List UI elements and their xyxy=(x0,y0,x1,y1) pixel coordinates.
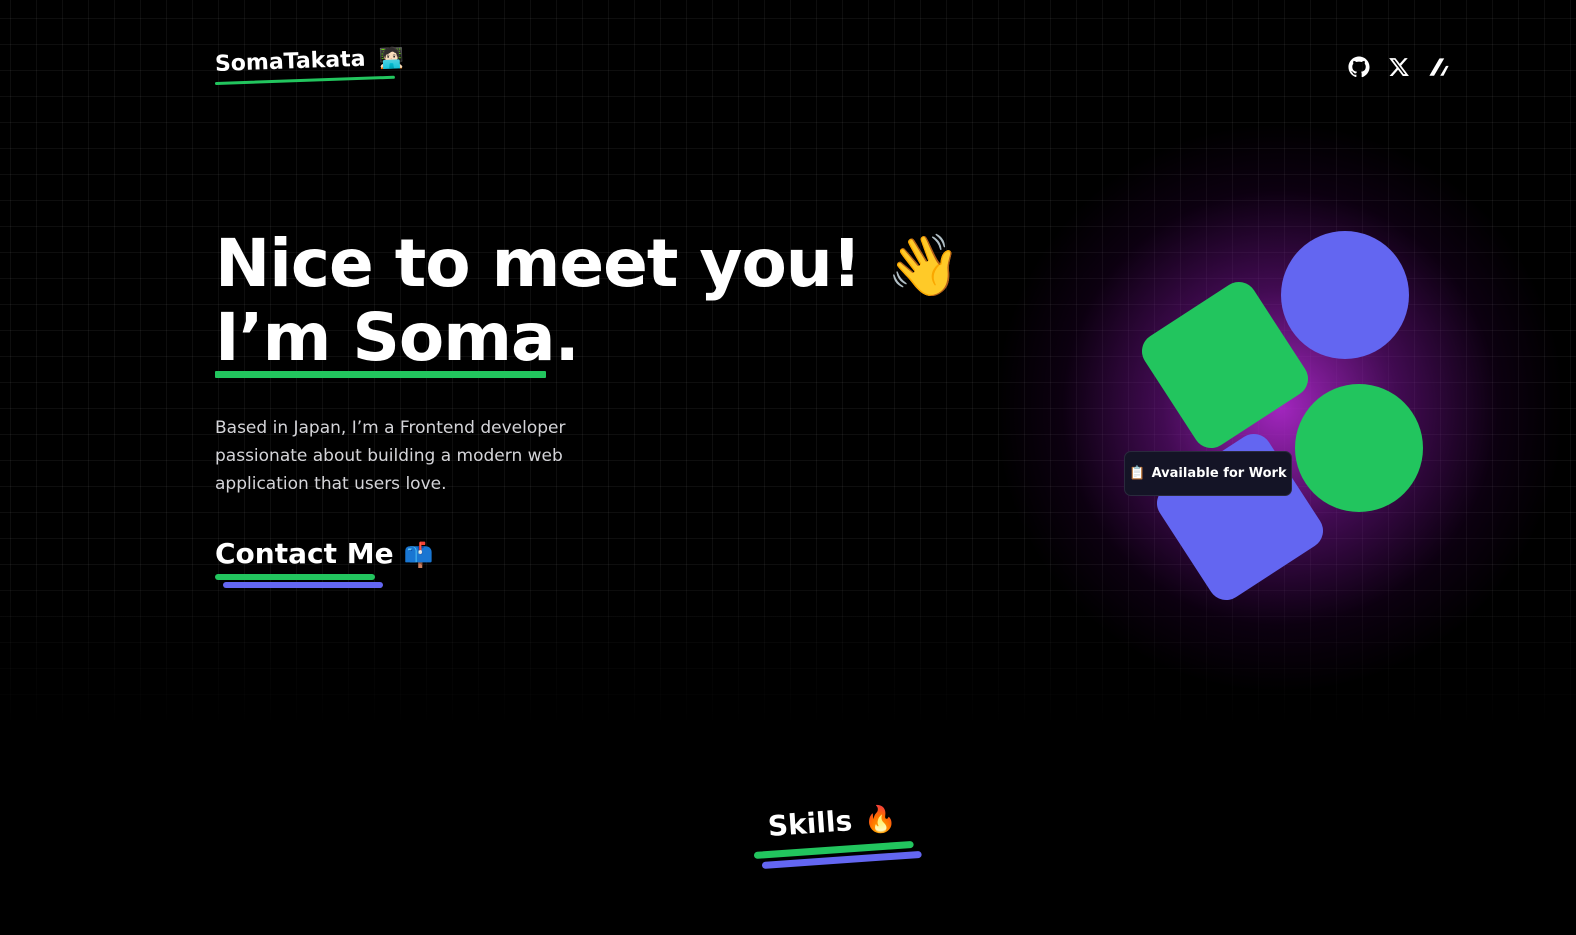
logo-text: SomaTakata xyxy=(214,46,366,77)
available-for-work-badge: 📋 Available for Work xyxy=(1124,451,1292,496)
hero-bio: Based in Japan, I’m a Frontend developer… xyxy=(215,418,566,494)
zenn-icon xyxy=(1428,56,1450,82)
github-icon xyxy=(1348,56,1370,82)
zenn-link[interactable] xyxy=(1427,57,1451,81)
badge-label: Available for Work xyxy=(1151,466,1287,481)
x-link[interactable] xyxy=(1387,57,1411,81)
headline-line-1: Nice to meet you! xyxy=(215,225,862,302)
purple-glow xyxy=(1000,120,1560,720)
indigo-circle-shape xyxy=(1281,231,1409,359)
name-underline xyxy=(215,371,546,378)
contact-underline-indigo xyxy=(223,582,383,588)
github-link[interactable] xyxy=(1347,56,1371,82)
hero-headline: Nice to meet you! 👋 I’m Soma. xyxy=(215,225,962,376)
waving-hand-emoji: 👋 xyxy=(886,231,962,301)
contact-underline-green xyxy=(215,574,375,580)
logo-emoji: 🧑🏻‍💻 xyxy=(378,45,405,71)
headline-line-2: I’m Soma. xyxy=(215,299,580,376)
mailbox-emoji: 📫 xyxy=(403,541,434,569)
clipboard-icon: 📋 xyxy=(1129,466,1146,481)
green-circle-shape xyxy=(1295,384,1423,512)
contact-label: Contact Me xyxy=(215,537,394,570)
fire-emoji: 🔥 xyxy=(863,804,898,837)
x-icon xyxy=(1388,56,1410,82)
contact-me-link[interactable]: Contact Me 📫 xyxy=(215,537,433,570)
skills-title: Skills xyxy=(766,804,854,843)
skills-heading: Skills 🔥 xyxy=(767,801,898,843)
